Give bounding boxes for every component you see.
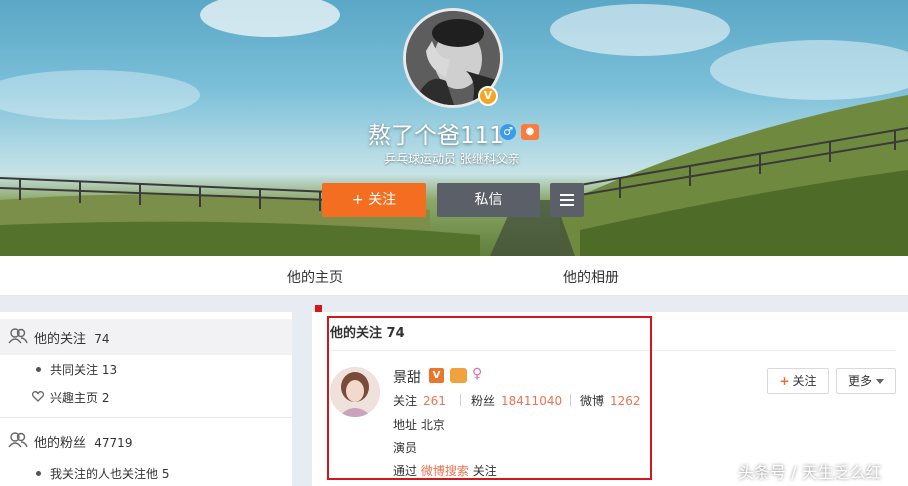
- relations-sidebar: 他的关注 74 共同关注 13 兴趣主页 2 他的粉丝 47719 我关注的人也…: [0, 312, 292, 486]
- profile-cover: V 熬了个爸111 ♂ ● 乒乓球运动员 张继科父亲 + 关注 私信: [0, 0, 908, 256]
- bullet-dot-icon: [36, 367, 41, 372]
- fans-users-icon: [8, 432, 28, 448]
- interest-pages-label: 兴趣主页 2: [50, 391, 110, 405]
- verified-badge-icon: V: [478, 86, 498, 106]
- more-menu-button[interactable]: [550, 183, 584, 217]
- private-message-button[interactable]: 私信: [437, 183, 540, 217]
- tab-home[interactable]: 他的主页: [287, 267, 343, 287]
- heart-icon: [32, 391, 44, 402]
- sidebar-fans-label: 他的粉丝 47719: [34, 436, 133, 451]
- sidebar-item-mutual-fans[interactable]: 我关注的人也关注他 5: [0, 459, 292, 486]
- annotation-marker: [315, 305, 322, 312]
- member-level-icon[interactable]: ●: [521, 124, 539, 140]
- profile-description: 乒乓球运动员 张继科父亲: [384, 152, 520, 166]
- male-gender-icon: ♂: [500, 124, 516, 140]
- bullet-dot-icon: [36, 471, 41, 476]
- sidebar-divider: [0, 417, 292, 418]
- sidebar-following-label: 他的关注 74: [34, 332, 110, 347]
- sidebar-item-common-following[interactable]: 共同关注 13: [0, 355, 292, 383]
- caret-down-icon: [876, 379, 884, 384]
- profile-tab-bar: 他的主页 他的相册: [0, 256, 908, 296]
- sidebar-item-fans[interactable]: 他的粉丝 47719: [0, 423, 292, 459]
- sidebar-item-following[interactable]: 他的关注 74: [0, 319, 292, 355]
- plus-icon: +: [779, 374, 790, 388]
- profile-username: 熬了个爸111: [368, 123, 504, 149]
- common-following-label: 共同关注 13: [50, 363, 118, 377]
- user-follow-button[interactable]: + 关注: [767, 368, 829, 394]
- sidebar-item-interest-pages[interactable]: 兴趣主页 2: [0, 383, 292, 411]
- follow-button[interactable]: + 关注: [322, 183, 426, 217]
- users-icon: [8, 328, 28, 344]
- highlight-box: [327, 316, 652, 480]
- mutual-fans-label: 我关注的人也关注他 5: [50, 467, 170, 481]
- tab-album[interactable]: 他的相册: [563, 267, 619, 287]
- source-watermark: 头条号 / 天生乏么红: [738, 463, 882, 482]
- user-more-dropdown[interactable]: 更多: [836, 368, 896, 394]
